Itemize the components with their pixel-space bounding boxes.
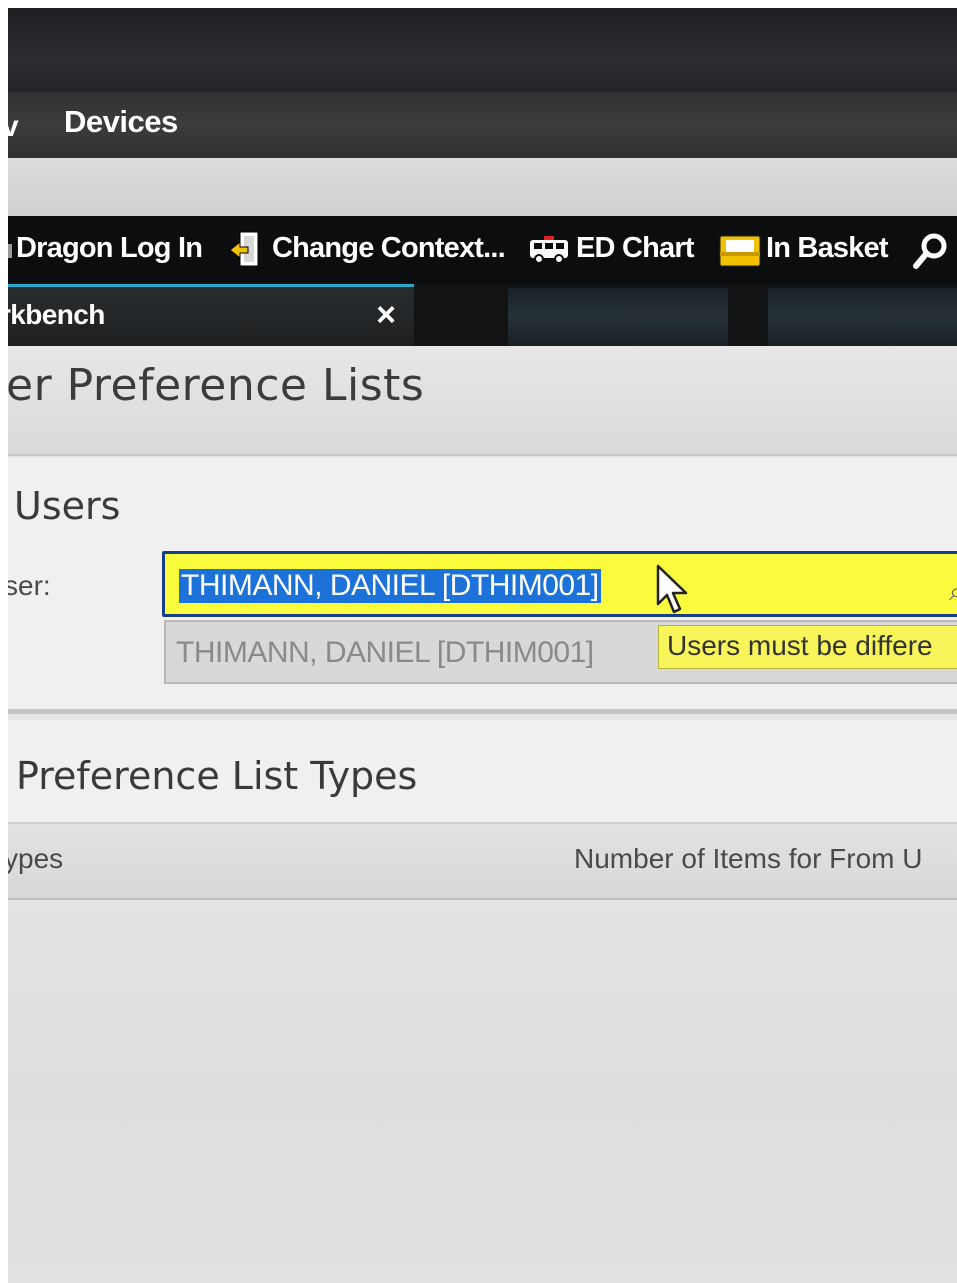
page-title: er Preference Lists [8,360,425,411]
column-header-item-count[interactable]: Number of Items for From U [574,843,923,875]
tab-workbench[interactable]: rkbench × [8,284,414,346]
tab-workbench-label: rkbench [8,299,105,330]
mouse-cursor-icon [656,564,688,614]
change-context-icon [229,231,259,267]
to-user-value: THIMANN, DANIEL [DTHIM001] [176,636,594,669]
search-icon[interactable] [912,230,952,270]
from-user-input[interactable]: THIMANN, DANIEL [DTHIM001] [162,551,957,617]
menu-item-devices[interactable]: Devices [64,104,178,140]
grid-body [8,900,957,1283]
ambulance-icon [530,236,568,264]
lookup-icon[interactable]: ⌕ [949,576,957,608]
preference-list-types-heading: Preference List Types [16,754,418,798]
from-user-value: THIMANN, DANIEL [DTHIM001] [179,569,601,603]
column-header-types[interactable]: ypes [8,843,63,875]
toolbar-spacer [8,158,957,218]
dragon-login-button[interactable]: Dragon Log In [16,232,203,265]
dragon-icon [8,244,12,258]
tab-background-decor [508,288,728,346]
users-heading: Users [14,484,121,528]
screen-photo: v Devices Dragon Log In Change Context..… [8,8,957,1283]
from-user-label: ser: [8,570,51,601]
in-basket-button[interactable]: In Basket [766,232,889,265]
to-user-label: : [8,636,10,668]
tab-background-decor [768,288,957,346]
in-basket-icon [719,235,761,267]
menu-item-view[interactable]: v [8,110,19,144]
tab-close-button[interactable]: × [368,295,404,335]
ed-chart-button[interactable]: ED Chart [576,232,694,265]
change-context-button[interactable]: Change Context... [272,232,506,265]
monitor-bezel [8,8,957,92]
error-tooltip: Users must be differe [658,625,957,669]
toolbar: Dragon Log In Change Context... ED Chart… [8,216,957,284]
